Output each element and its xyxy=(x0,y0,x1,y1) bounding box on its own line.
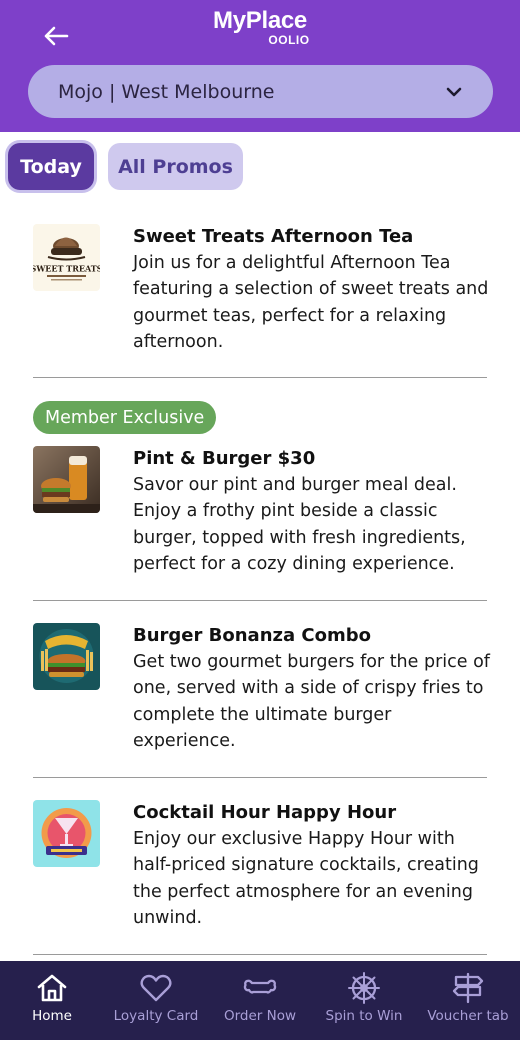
promo-text: Sweet Treats Afternoon Tea Join us for a… xyxy=(133,224,493,355)
divider xyxy=(33,777,487,778)
promo-text: Cocktail Hour Happy Hour Enjoy our exclu… xyxy=(133,800,493,931)
app-logo: MyPlace OOLIO xyxy=(0,7,520,47)
divider xyxy=(33,377,487,378)
home-icon xyxy=(37,974,67,1002)
logo-subtext: OOLIO xyxy=(268,33,310,47)
nav-label: Loyalty Card xyxy=(113,1008,199,1024)
heart-icon xyxy=(140,974,172,1002)
nav-label: Spin to Win xyxy=(325,1008,403,1024)
app-header: MyPlace OOLIO Mojo | West Melbourne xyxy=(0,0,520,132)
burger-bonanza-logo-icon xyxy=(33,623,100,690)
promo-title: Cocktail Hour Happy Hour xyxy=(133,802,397,823)
wheel-icon xyxy=(348,972,380,1004)
nav-home[interactable]: Home xyxy=(0,961,104,1040)
chevron-down-icon xyxy=(446,87,462,97)
promo-description: Join us for a delightful Afternoon Tea f… xyxy=(133,253,489,352)
cocktail-hour-logo-icon xyxy=(33,800,100,867)
nav-label: Voucher tab xyxy=(427,1008,509,1024)
pint-burger-photo-icon xyxy=(33,446,100,513)
member-exclusive-badge: Member Exclusive xyxy=(33,401,217,434)
promo-title: Sweet Treats Afternoon Tea xyxy=(133,226,414,247)
bottom-navigation: Home Loyalty Card Order Now Spin to Win … xyxy=(0,961,520,1040)
venue-select-value: Mojo | West Melbourne xyxy=(58,80,275,103)
promo-title: Pint & Burger $30 xyxy=(133,448,316,469)
promo-description: Enjoy our exclusive Happy Hour with half… xyxy=(133,829,479,928)
promo-title: Burger Bonanza Combo xyxy=(133,625,371,646)
divider xyxy=(33,954,487,955)
nav-voucher-tab[interactable]: Voucher tab xyxy=(416,961,520,1040)
nav-loyalty-card[interactable]: Loyalty Card xyxy=(104,961,208,1040)
promo-text: Pint & Burger $30 Savor our pint and bur… xyxy=(133,446,493,577)
signpost-icon xyxy=(452,972,484,1004)
nav-label: Home xyxy=(32,1008,72,1024)
svg-text:SWEET TREATS: SWEET TREATS xyxy=(33,264,100,274)
tab-all-promos[interactable]: All Promos xyxy=(108,143,243,190)
promo-text: Burger Bonanza Combo Get two gourmet bur… xyxy=(133,623,493,754)
logo-text: MyPlace xyxy=(213,7,307,34)
divider xyxy=(33,600,487,601)
tab-today[interactable]: Today xyxy=(8,143,94,190)
nav-spin-to-win[interactable]: Spin to Win xyxy=(312,961,416,1040)
sweet-treats-logo-icon: SWEET TREATS xyxy=(33,224,100,291)
promo-description: Savor our pint and burger meal deal. Enj… xyxy=(133,475,466,574)
promo-tabs: Today All Promos xyxy=(0,142,520,192)
promo-description: Get two gourmet burgers for the price of… xyxy=(133,652,490,751)
nav-order-now[interactable]: Order Now xyxy=(208,961,312,1040)
bone-icon xyxy=(243,979,277,994)
nav-label: Order Now xyxy=(223,1008,297,1024)
venue-select[interactable]: Mojo | West Melbourne xyxy=(28,65,493,118)
